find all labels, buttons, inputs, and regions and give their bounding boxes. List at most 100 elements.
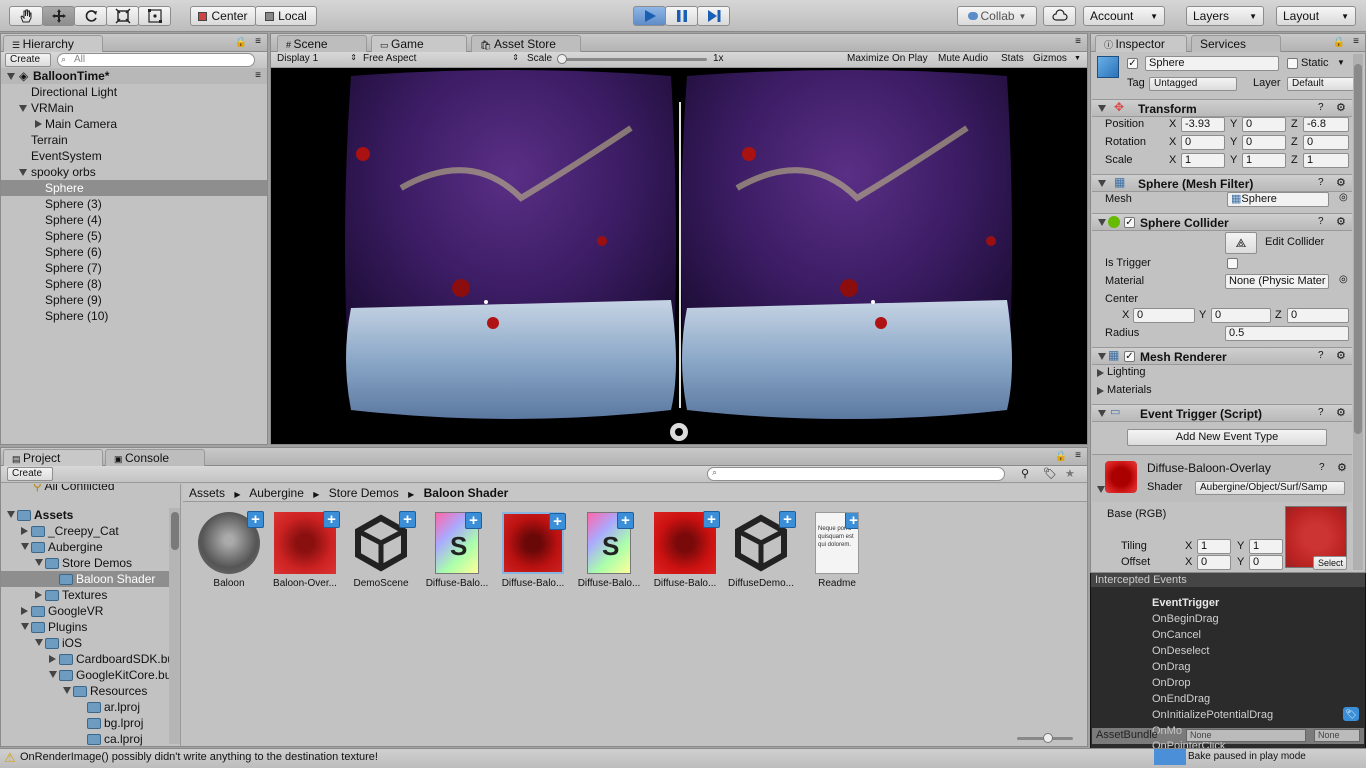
expand-down-icon[interactable] bbox=[19, 169, 27, 176]
material-field[interactable]: None (Physic Mater bbox=[1225, 274, 1329, 289]
event-item-ondrag[interactable]: OnDrag bbox=[1152, 659, 1191, 675]
hierarchy-item-terrain[interactable]: Terrain bbox=[31, 132, 68, 148]
mute-audio-toggle[interactable]: Mute Audio bbox=[938, 53, 988, 64]
center-x-field[interactable]: 0 bbox=[1133, 308, 1195, 323]
hierarchy-item-sphere-6[interactable]: Sphere (6) bbox=[45, 244, 102, 260]
tree-item-aubergine[interactable]: Aubergine bbox=[31, 539, 103, 555]
add-new-event-type-button[interactable]: Add New Event Type bbox=[1127, 429, 1327, 446]
panel-menu-icon[interactable]: ≡ bbox=[1075, 36, 1081, 47]
vr-game-view[interactable] bbox=[271, 68, 1087, 445]
gear-icon[interactable]: ⚙ bbox=[1336, 349, 1346, 362]
maximize-on-play-toggle[interactable]: Maximize On Play bbox=[847, 53, 928, 64]
scene-menu-icon[interactable]: ≡ bbox=[255, 68, 261, 84]
scale-x-field[interactable]: 1 bbox=[1181, 153, 1225, 168]
add-plus-icon[interactable]: + bbox=[617, 512, 634, 529]
gear-icon[interactable]: ⚙ bbox=[1336, 176, 1346, 189]
collider-enabled-checkbox[interactable]: ✓ bbox=[1124, 217, 1135, 228]
tree-item-resources[interactable]: Resources bbox=[73, 683, 147, 699]
lock-icon[interactable]: 🔒 bbox=[1055, 451, 1067, 462]
scale-tool-button[interactable] bbox=[106, 6, 139, 26]
help-icon[interactable]: ? bbox=[1318, 350, 1324, 361]
help-icon[interactable]: ? bbox=[1319, 462, 1325, 473]
help-icon[interactable]: ? bbox=[1318, 177, 1324, 188]
rotate-tool-button[interactable] bbox=[74, 6, 107, 26]
asset-item-diffuse-shader-2[interactable]: S + Diffuse-Balo... bbox=[575, 512, 643, 589]
filter-label-icon[interactable]: 🏷 bbox=[1043, 467, 1057, 480]
add-plus-icon[interactable]: + bbox=[465, 512, 482, 529]
offset-x-field[interactable]: 0 bbox=[1197, 555, 1231, 570]
hierarchy-item-sphere-7[interactable]: Sphere (7) bbox=[45, 260, 102, 276]
hierarchy-item-main-camera[interactable]: Main Camera bbox=[45, 116, 117, 132]
layer-dropdown[interactable]: Default bbox=[1287, 77, 1363, 91]
hierarchy-search-input[interactable]: All bbox=[57, 53, 255, 67]
hierarchy-item-sphere-9[interactable]: Sphere (9) bbox=[45, 292, 102, 308]
add-plus-icon[interactable]: + bbox=[779, 511, 796, 528]
asset-item-diffuse-material-2[interactable]: + Diffuse-Balo... bbox=[651, 511, 720, 589]
asset-item-demoscene[interactable]: + DemoScene bbox=[347, 511, 416, 589]
tab-game[interactable]: ▭ Game bbox=[371, 35, 467, 52]
tab-hierarchy[interactable]: ☰ Hierarchy bbox=[3, 35, 103, 52]
add-plus-icon[interactable]: + bbox=[845, 513, 858, 529]
help-icon[interactable]: ? bbox=[1318, 407, 1324, 418]
stats-toggle[interactable]: Stats bbox=[1001, 53, 1024, 64]
edit-collider-button[interactable]: ⟁ bbox=[1225, 232, 1257, 254]
lock-icon[interactable]: 🔒 bbox=[1333, 37, 1345, 48]
breadcrumb-store-demos[interactable]: Store Demos bbox=[329, 486, 399, 500]
add-plus-icon[interactable]: + bbox=[703, 511, 720, 528]
hand-tool-button[interactable] bbox=[9, 6, 43, 26]
asset-item-diffusedemo[interactable]: + DiffuseDemo... bbox=[727, 511, 796, 589]
event-item-onbegindrag[interactable]: OnBeginDrag bbox=[1152, 611, 1219, 627]
hierarchy-item-eventsystem[interactable]: EventSystem bbox=[31, 148, 102, 164]
tree-item-bg-lproj[interactable]: bg.lproj bbox=[87, 715, 143, 731]
offset-y-field[interactable]: 0 bbox=[1249, 555, 1283, 570]
hierarchy-item-spooky-orbs[interactable]: spooky orbs bbox=[31, 164, 96, 180]
pivot-center-button[interactable]: Center bbox=[190, 6, 256, 26]
tree-item-textures[interactable]: Textures bbox=[45, 587, 107, 603]
tab-project[interactable]: ▤ Project bbox=[3, 449, 103, 466]
tab-asset-store[interactable]: 🛍 Asset Store bbox=[471, 35, 581, 52]
active-checkbox[interactable]: ✓ bbox=[1127, 58, 1138, 69]
lock-icon[interactable]: 🔒 bbox=[235, 37, 247, 48]
hierarchy-item-sphere-10[interactable]: Sphere (10) bbox=[45, 308, 108, 324]
expand-right-icon[interactable] bbox=[35, 120, 42, 128]
is-trigger-checkbox[interactable] bbox=[1227, 258, 1238, 269]
hierarchy-item-sphere-selected[interactable]: Sphere bbox=[1, 180, 267, 196]
help-icon[interactable]: ? bbox=[1318, 102, 1324, 113]
cloud-services-button[interactable] bbox=[1043, 6, 1076, 26]
collab-dropdown[interactable]: Collab ▼ bbox=[957, 6, 1037, 26]
tree-item-creepy-cat[interactable]: _Creepy_Cat bbox=[31, 523, 119, 539]
expand-down-icon[interactable] bbox=[63, 687, 71, 694]
breadcrumb-baloon-shader[interactable]: Baloon Shader bbox=[424, 486, 509, 500]
add-plus-icon[interactable]: + bbox=[323, 511, 340, 528]
expand-down-icon[interactable] bbox=[35, 639, 43, 646]
panel-menu-icon[interactable]: ≡ bbox=[1353, 36, 1359, 47]
sphere-collider-header[interactable]: ✓ Sphere Collider ? ⚙ bbox=[1092, 213, 1352, 231]
hierarchy-item-vrmain[interactable]: VRMain bbox=[31, 100, 74, 116]
tree-item-all-conflicted[interactable]: ⚲ All Conflicted bbox=[33, 484, 115, 494]
tree-item-googlekitcore[interactable]: GoogleKitCore.bu bbox=[59, 667, 171, 683]
inspector-scrollbar-thumb[interactable] bbox=[1354, 64, 1362, 434]
help-icon[interactable]: ? bbox=[1318, 216, 1324, 227]
asset-item-baloon-overlay[interactable]: + Baloon-Over... bbox=[271, 511, 340, 589]
assetbundle-variant-dropdown[interactable]: None bbox=[1314, 729, 1360, 742]
tree-item-store-demos[interactable]: Store Demos bbox=[45, 555, 132, 571]
thumbnail-size-thumb[interactable] bbox=[1043, 733, 1053, 743]
tree-item-cardboardsdk[interactable]: CardboardSDK.bu bbox=[59, 651, 174, 667]
expand-down-icon[interactable] bbox=[21, 623, 29, 630]
event-item-ondeselect[interactable]: OnDeselect bbox=[1152, 643, 1209, 659]
add-plus-icon[interactable]: + bbox=[549, 513, 566, 530]
rotation-x-field[interactable]: 0 bbox=[1181, 135, 1225, 150]
hierarchy-create-button[interactable]: Create ▼ bbox=[5, 53, 51, 76]
tree-item-baloon-shader[interactable]: Baloon Shader bbox=[1, 571, 180, 587]
rotation-y-field[interactable]: 0 bbox=[1242, 135, 1286, 150]
event-item-oninitializepotentialdrag[interactable]: OnInitializePotentialDrag bbox=[1152, 707, 1273, 723]
gear-icon[interactable]: ⚙ bbox=[1336, 101, 1346, 114]
expand-right-icon[interactable] bbox=[21, 607, 28, 615]
chevron-down-icon[interactable]: ▼ bbox=[1337, 58, 1345, 67]
hierarchy-item-directional-light[interactable]: Directional Light bbox=[31, 84, 117, 100]
tab-scene[interactable]: # Scene bbox=[277, 35, 367, 52]
tab-inspector[interactable]: ⓘ Inspector bbox=[1095, 35, 1187, 52]
breadcrumb-assets[interactable]: Assets bbox=[189, 486, 225, 500]
panel-menu-icon[interactable]: ≡ bbox=[1075, 450, 1081, 461]
expand-right-icon[interactable] bbox=[1097, 369, 1104, 377]
